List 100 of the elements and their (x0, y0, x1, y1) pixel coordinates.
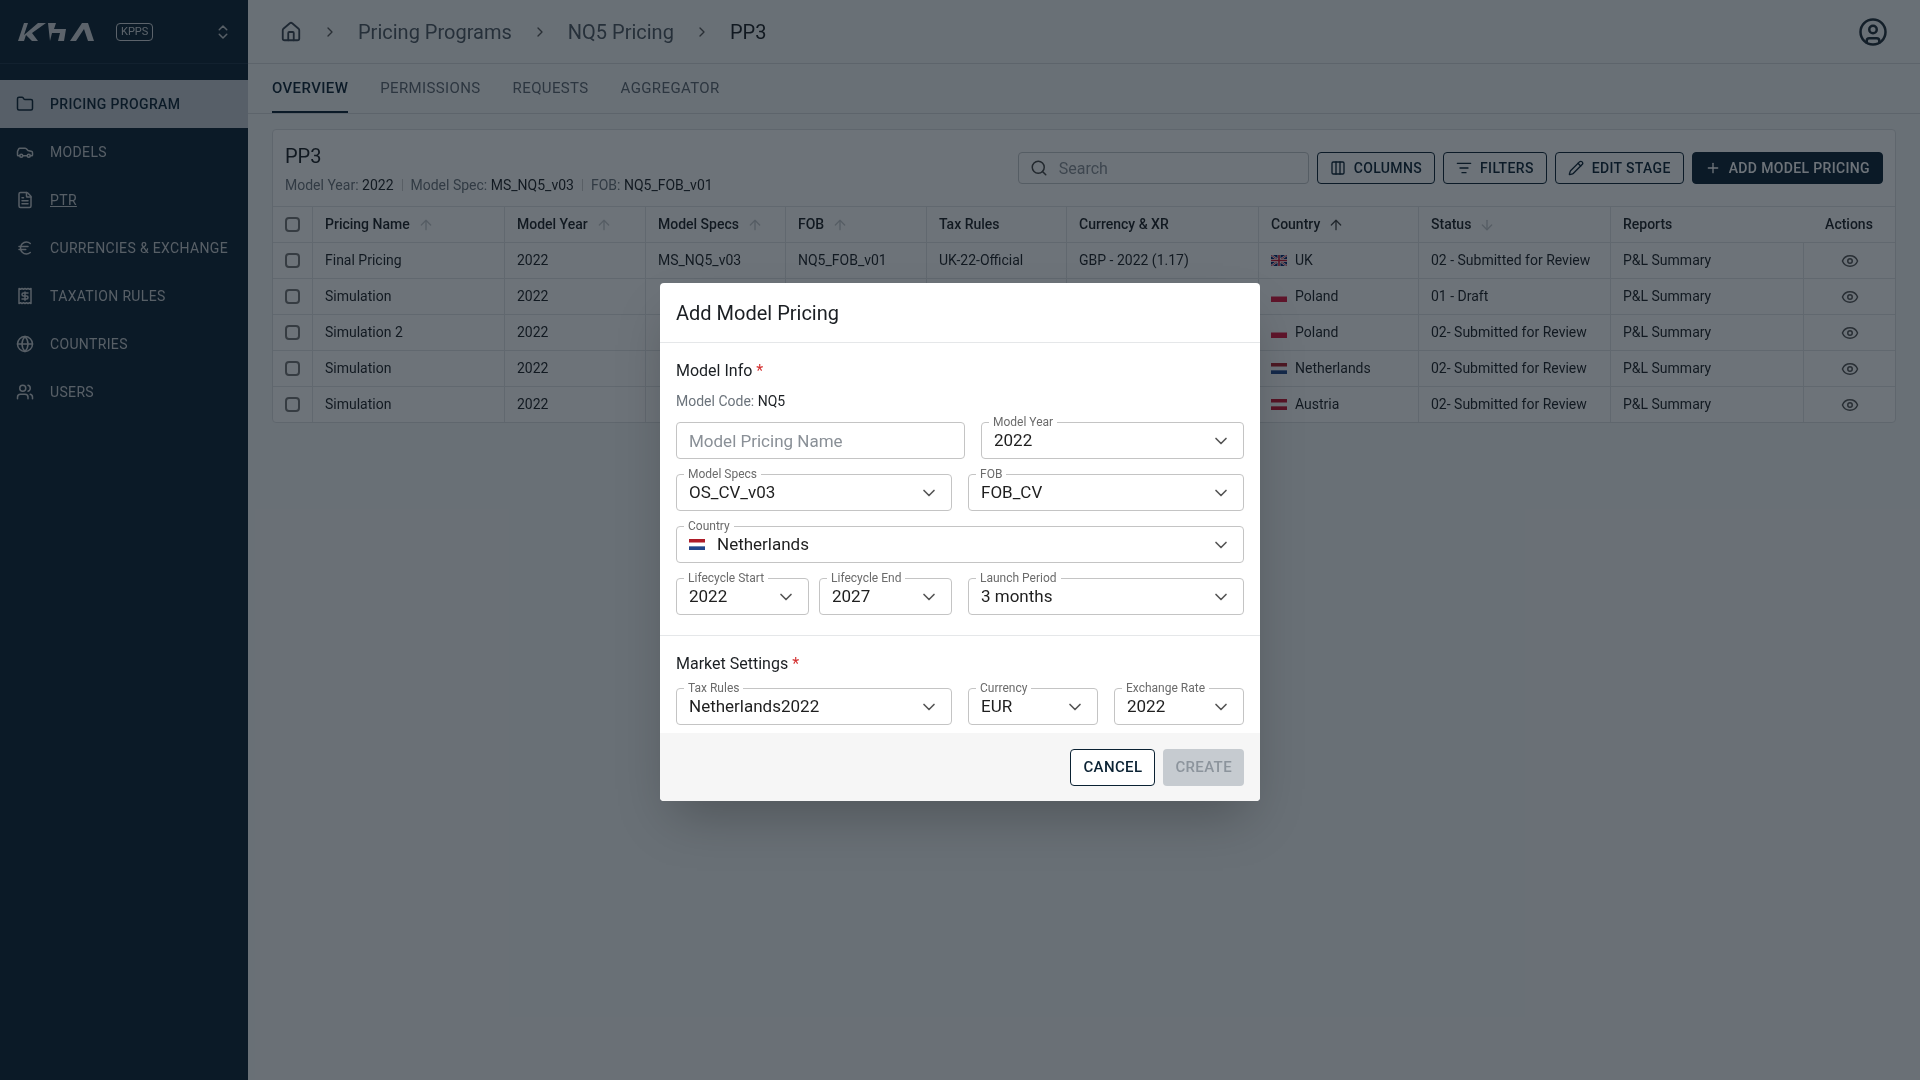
table-cell-text: Austria (1295, 395, 1340, 414)
flag-icon (1271, 255, 1287, 266)
breadcrumb-link[interactable]: PP3 (729, 16, 767, 47)
field-label: Country (684, 518, 734, 534)
table-cell-text: Netherlands (1295, 359, 1371, 378)
toolbar-button[interactable]: FILTERS (1443, 152, 1547, 184)
table-cell-text: Simulation (325, 359, 392, 378)
field-label: Lifecycle Start (684, 570, 769, 586)
table-cell-text: 2022 (517, 359, 549, 378)
checkbox[interactable] (285, 325, 300, 340)
meta-text: Model Year: 2022 (285, 175, 394, 195)
checkbox[interactable] (285, 397, 300, 412)
checkbox[interactable] (285, 253, 300, 268)
meta-text: Model Spec: MS_NQ5_v03 (410, 175, 574, 195)
table-cell-text: 02- Submitted for Review (1431, 323, 1587, 342)
table-cell-text: 02- Submitted for Review (1431, 395, 1587, 414)
table-cell-text: P&L Summary (1623, 251, 1712, 270)
column-header[interactable]: Currency & XR (1079, 214, 1169, 235)
column-header[interactable]: Model Specs (658, 214, 739, 235)
sidebar-label: PTR (50, 190, 77, 210)
table-cell-text: Final Pricing (325, 251, 402, 270)
table-cell-text: 02 - Submitted for Review (1431, 251, 1591, 270)
checkbox[interactable] (285, 217, 300, 232)
tab[interactable]: AGGREGATOR (620, 65, 720, 113)
column-header[interactable]: Reports (1623, 214, 1673, 235)
sidebar-label: COUNTRIES (50, 334, 128, 354)
field-value: 2027 (832, 585, 872, 608)
table-cell-text: P&L Summary (1623, 359, 1712, 378)
field-value: OS_CV_v03 (689, 481, 777, 504)
field-label: Lifecycle End (827, 570, 906, 586)
tab[interactable]: PERMISSIONS (380, 65, 481, 113)
column-header[interactable]: Model Year (517, 214, 588, 235)
sidebar-item[interactable]: USERS (0, 368, 248, 416)
tab[interactable]: OVERVIEW (272, 65, 349, 113)
users-icon (16, 383, 34, 401)
table-cell-text: 02- Submitted for Review (1431, 359, 1587, 378)
toolbar-button[interactable]: EDIT STAGE (1554, 152, 1684, 184)
name-field[interactable]: Model Pricing Name (676, 422, 965, 459)
flag-icon (1271, 399, 1287, 410)
table-cell-text: Poland (1295, 287, 1339, 306)
field-value: 2022 (689, 585, 729, 608)
toolbar-button[interactable]: COLUMNS (1316, 152, 1435, 184)
meta-text: FOB: NQ5_FOB_v01 (590, 175, 713, 195)
table-cell-text: MS_NQ5_v03 (658, 251, 742, 270)
home-icon[interactable] (280, 20, 302, 43)
euro-icon (16, 239, 34, 257)
table-cell-text: Poland (1295, 323, 1339, 342)
column-header[interactable]: Pricing Name (325, 214, 410, 235)
flag-icon (1271, 363, 1287, 374)
field-value: 2022 (994, 428, 1034, 452)
table-cell-text: Simulation (325, 395, 392, 414)
column-header[interactable]: Status (1431, 214, 1472, 235)
field-value: Netherlands (717, 533, 810, 556)
field-value: 3 months (981, 584, 1054, 608)
dialog-button[interactable]: CANCEL (1070, 748, 1156, 786)
receipt-icon (16, 287, 34, 305)
tab[interactable]: REQUESTS (512, 65, 589, 113)
checkbox[interactable] (285, 289, 300, 304)
table-cell-text: UK (1295, 251, 1313, 270)
table-cell-text: GBP - 2022 (1.17) (1079, 251, 1189, 271)
field-value: 2022 (1127, 695, 1167, 718)
column-header[interactable]: FOB (798, 214, 825, 235)
table-cell-text: 2022 (517, 395, 549, 414)
table-cell-text: P&L Summary (1623, 323, 1712, 342)
section-title: Model Info (676, 360, 753, 382)
filter-icon (1456, 160, 1472, 176)
field-value: FOB_CV (981, 480, 1044, 504)
table-cell-text: P&L Summary (1623, 395, 1712, 414)
sidebar-item[interactable]: COUNTRIES (0, 320, 248, 368)
account-icon[interactable] (1858, 16, 1888, 47)
table-cell-text: Simulation 2 (325, 323, 403, 342)
sidebar-item[interactable]: PTR (0, 176, 248, 224)
column-header[interactable]: Tax Rules (939, 214, 1000, 235)
sidebar-item[interactable]: CURRENCIES & EXCHANGE (0, 224, 248, 272)
field-label: Currency (976, 680, 1032, 696)
table-cell-text: UK-22-Official (939, 251, 1024, 270)
card-title: PP3 (285, 142, 323, 170)
breadcrumb-link[interactable]: Pricing Programs (358, 16, 512, 47)
globe-icon (16, 335, 34, 353)
toolbar-button[interactable]: ADD MODEL PRICING (1691, 152, 1883, 184)
breadcrumb-link[interactable]: NQ5 Pricing (567, 16, 674, 47)
checkbox[interactable] (285, 361, 300, 376)
field-value: Netherlands2022 (689, 694, 821, 718)
sidebar-label: PRICING PROGRAM (50, 94, 181, 114)
sidebar-label: USERS (50, 382, 95, 402)
section-title: Market Settings (676, 653, 789, 675)
column-header[interactable]: Country (1271, 214, 1321, 235)
sidebar-label: TAXATION RULES (50, 286, 166, 306)
sidebar-item[interactable]: MODELS (0, 128, 248, 176)
required-marker: * (792, 653, 800, 675)
table-cell-text: 2022 (517, 323, 549, 342)
sidebar-item[interactable]: PRICING PROGRAM (0, 80, 248, 128)
table-cell-text: NQ5_FOB_v01 (798, 251, 887, 270)
table-cell-text: 2022 (517, 251, 549, 270)
field-label: Exchange Rate (1122, 680, 1209, 696)
sidebar-item[interactable]: TAXATION RULES (0, 272, 248, 320)
table-cell-text: 2022 (517, 287, 549, 306)
document-icon (16, 191, 34, 209)
table-cell-text: Simulation (325, 287, 392, 306)
column-header[interactable]: Actions (1825, 214, 1873, 235)
